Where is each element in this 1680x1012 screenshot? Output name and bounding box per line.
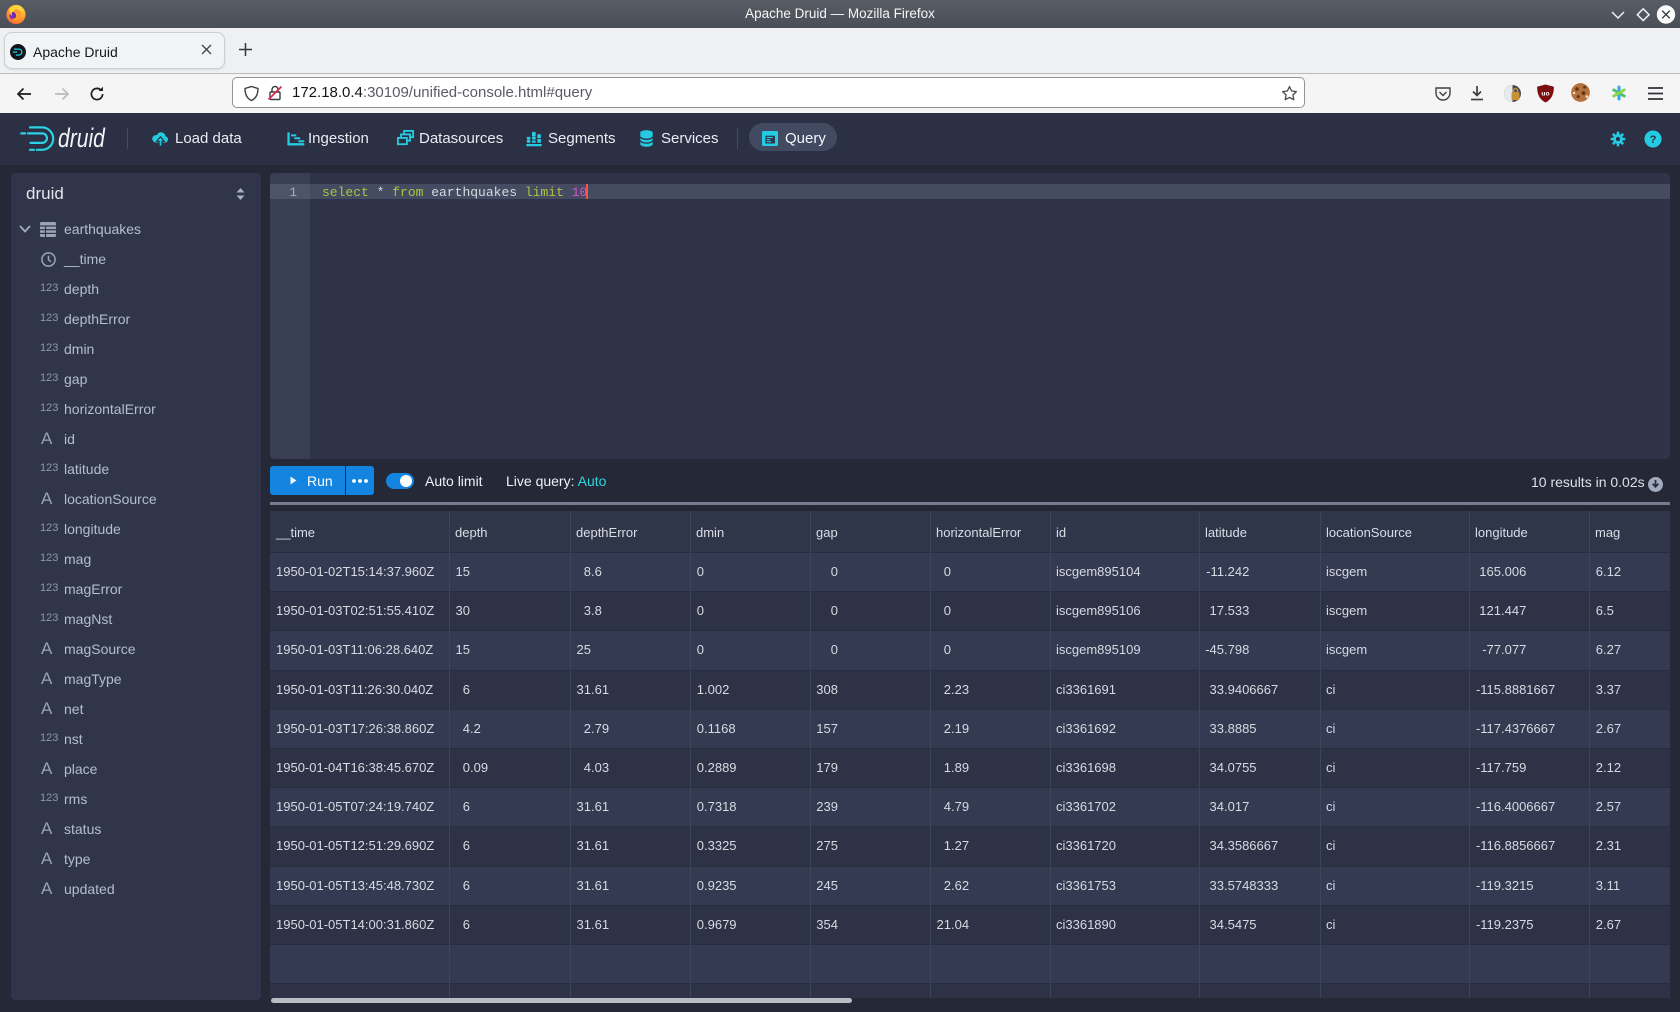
svg-text:?: ?: [1650, 134, 1657, 146]
svg-text:uo: uo: [1541, 91, 1549, 98]
